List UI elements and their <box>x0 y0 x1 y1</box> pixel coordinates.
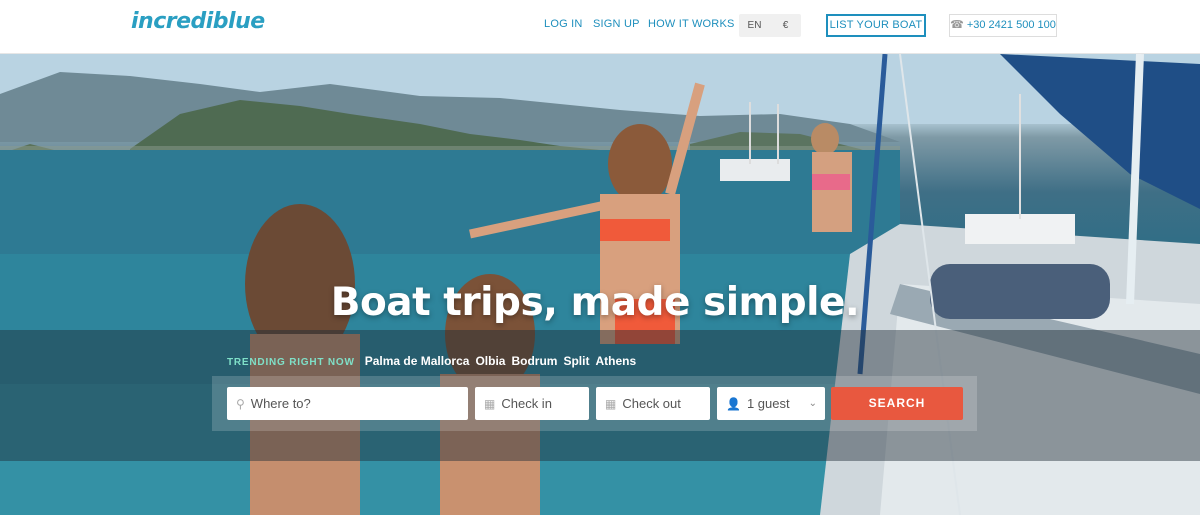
trending-item-athens[interactable]: Athens <box>595 354 636 368</box>
trending-label: TRENDING RIGHT NOW <box>227 357 355 368</box>
signup-link[interactable]: SIGN UP <box>593 18 640 30</box>
phone-number: +30 2421 500 100 <box>966 19 1056 31</box>
guests-select[interactable]: 👤 1 guest ⌄ <box>717 387 825 420</box>
where-to-placeholder: Where to? <box>250 396 311 411</box>
logo[interactable]: incrediblue <box>131 9 265 34</box>
where-to-input[interactable]: ⚲ Where to? <box>227 387 468 420</box>
location-pin-icon: ⚲ <box>236 396 245 411</box>
search-button[interactable]: SEARCH <box>831 387 963 420</box>
chevron-down-icon: ⌄ <box>808 398 817 409</box>
trending-list: TRENDING RIGHT NOW Palma de Mallorca Olb… <box>227 354 636 368</box>
language-select[interactable]: EN <box>739 14 770 37</box>
check-out-placeholder: Check out <box>622 396 681 411</box>
person-icon: 👤 <box>726 396 741 411</box>
check-out-input[interactable]: ▦ Check out <box>596 387 710 420</box>
trending-item-palma[interactable]: Palma de Mallorca <box>365 354 470 368</box>
check-in-placeholder: Check in <box>501 396 552 411</box>
trending-item-olbia[interactable]: Olbia <box>475 354 505 368</box>
trending-item-bodrum[interactable]: Bodrum <box>511 354 557 368</box>
login-link[interactable]: LOG IN <box>544 18 583 30</box>
currency-select[interactable]: € <box>770 14 801 37</box>
list-your-boat-button[interactable]: LIST YOUR BOAT <box>826 14 926 37</box>
phone-contact[interactable]: ☎ +30 2421 500 100 <box>949 14 1057 37</box>
calendar-icon: ▦ <box>484 396 496 411</box>
how-it-works-link[interactable]: HOW IT WORKS <box>648 18 735 30</box>
site-header: incrediblue LOG IN SIGN UP HOW IT WORKS … <box>0 0 1200 54</box>
check-in-input[interactable]: ▦ Check in <box>475 387 589 420</box>
guests-value: 1 guest <box>746 396 790 411</box>
phone-icon: ☎ <box>950 19 964 31</box>
trending-item-split[interactable]: Split <box>563 354 589 368</box>
calendar-icon: ▦ <box>605 396 617 411</box>
language-currency-selector: EN € <box>739 14 801 37</box>
hero-title: Boat trips, made simple. <box>330 280 860 325</box>
